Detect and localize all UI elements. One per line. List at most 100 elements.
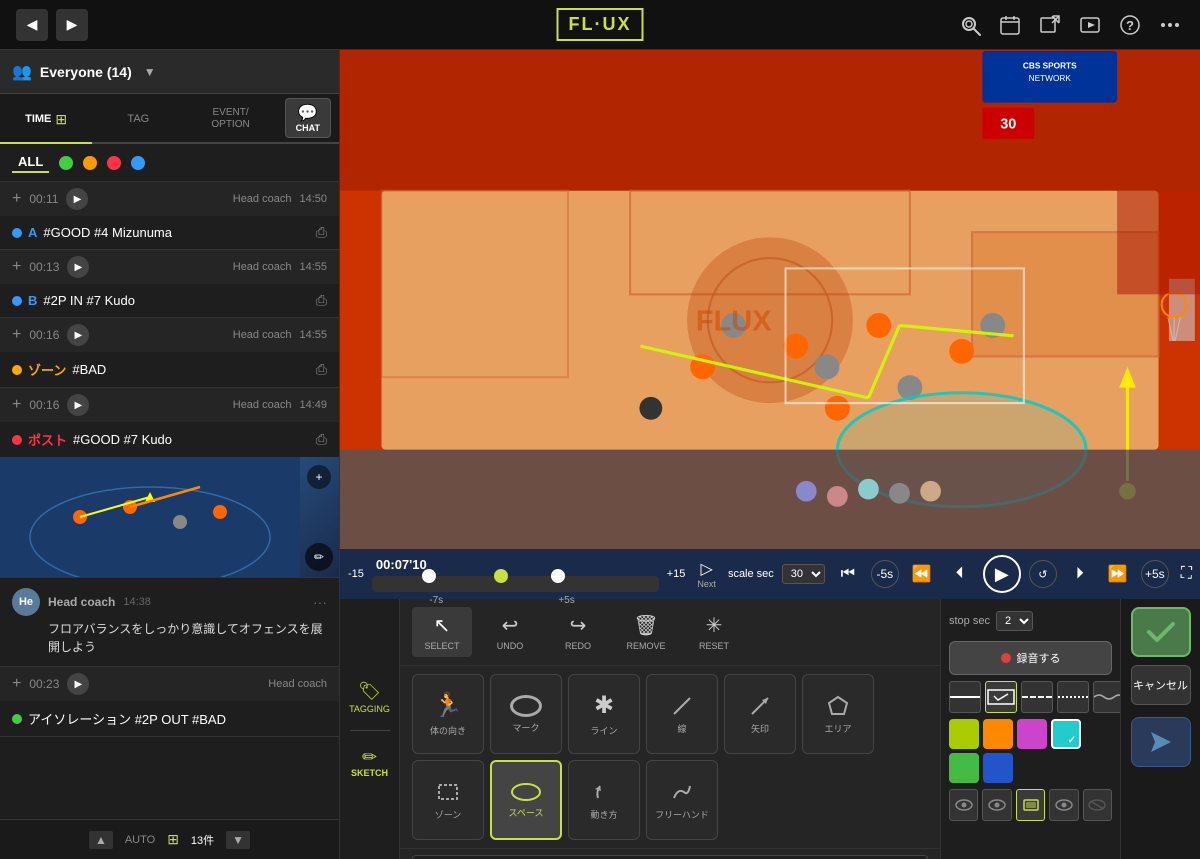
line-style-box[interactable]	[985, 681, 1017, 713]
search-icon[interactable]	[956, 11, 984, 39]
event-dot-last	[12, 714, 22, 724]
send-button[interactable]	[1131, 717, 1191, 767]
filter-dot-orange[interactable]	[83, 156, 97, 170]
time-label: TIME	[25, 113, 51, 125]
color-swatch-green[interactable]	[949, 753, 979, 783]
nav-back-button[interactable]: ◀	[16, 9, 48, 41]
scroll-down-button[interactable]: ▼	[226, 831, 250, 849]
event-share-1[interactable]: ⎙	[316, 224, 327, 241]
color-swatch-cyan[interactable]	[1051, 719, 1081, 749]
scale-select[interactable]: 30 15 60	[782, 564, 825, 584]
line-style-solid[interactable]	[949, 681, 981, 713]
line-style-dashed[interactable]	[1021, 681, 1053, 713]
body-orientation-tool[interactable]: 🏃 体の向き	[412, 674, 484, 754]
event-add-1[interactable]: +	[12, 190, 21, 208]
freehand-tool[interactable]: フリーハンド	[646, 760, 718, 840]
line-style-dotted[interactable]	[1057, 681, 1089, 713]
event-share-2[interactable]: ⎙	[316, 292, 327, 309]
area-tool[interactable]: エリア	[802, 674, 874, 754]
tab-time[interactable]: TIME ⊞	[0, 96, 92, 144]
event-play-last[interactable]: ▶	[67, 673, 89, 695]
export-icon[interactable]	[1036, 11, 1064, 39]
event-play-2[interactable]: ▶	[67, 256, 89, 278]
event-thumbnail-4: + ✏	[0, 457, 339, 577]
space-tool[interactable]: スペース	[490, 760, 562, 840]
event-play-1[interactable]: ▶	[66, 188, 88, 210]
reset-tool-button[interactable]: ✳ RESET	[684, 607, 744, 657]
event-play-4[interactable]: ▶	[67, 394, 89, 416]
filter-dot-green[interactable]	[59, 156, 73, 170]
event-share-4[interactable]: ⎙	[316, 431, 327, 448]
vis-eye-2[interactable]	[982, 789, 1011, 821]
thumbnail-expand-icon[interactable]: +	[307, 465, 331, 489]
arrow-tool[interactable]: 矢印	[724, 674, 796, 754]
color-swatch-blue[interactable]	[983, 753, 1013, 783]
event-share-3[interactable]: ⎙	[316, 361, 327, 378]
color-swatch-lime[interactable]	[949, 719, 979, 749]
stabilize-icon: ⊞	[167, 831, 179, 848]
loop-button[interactable]: ↺	[1029, 560, 1057, 588]
confirm-button[interactable]	[1131, 607, 1191, 657]
forward-5s-button[interactable]: +5s	[1141, 560, 1169, 588]
nav-forward-button[interactable]: ▶	[56, 9, 88, 41]
tab-chat[interactable]: 💬 CHAT	[285, 98, 331, 138]
rewind-5s-button[interactable]: -5s	[871, 560, 899, 588]
text-input[interactable]	[412, 855, 928, 859]
vis-eye-3[interactable]	[1049, 789, 1078, 821]
color-swatch-orange[interactable]	[983, 719, 1013, 749]
event-play-3[interactable]: ▶	[67, 324, 89, 346]
event-add-last[interactable]: +	[12, 675, 21, 693]
cancel-button[interactable]: キャンセル	[1131, 665, 1191, 705]
fast-forward-button[interactable]: ⏩	[1103, 559, 1133, 589]
undo-tool-button[interactable]: ↩ UNDO	[480, 607, 540, 657]
redo-tool-button[interactable]: ↪ REDO	[548, 607, 608, 657]
select-tool-button[interactable]: ↖ SELECT	[412, 607, 472, 657]
skip-start-button[interactable]: ⏮	[833, 559, 863, 589]
line-tool[interactable]: ✱ ライン	[568, 674, 640, 754]
thumbnail-edit-icon[interactable]: ✏	[305, 543, 333, 571]
event-add-3[interactable]: +	[12, 326, 21, 344]
event-add-4[interactable]: +	[12, 396, 21, 414]
help-icon[interactable]: ?	[1116, 11, 1144, 39]
rewind-button[interactable]: ⏪	[907, 559, 937, 589]
scroll-up-button[interactable]: ▲	[89, 831, 113, 849]
record-button[interactable]: 録音する	[949, 641, 1112, 675]
stop-sec-select[interactable]: 2 1 3 5	[996, 611, 1033, 631]
timeline-slider[interactable]: -7s +5s	[372, 576, 659, 592]
fullscreen-icon[interactable]: ⛶	[1181, 565, 1192, 583]
chat-more-icon[interactable]: ···	[313, 594, 327, 610]
step-forward-button[interactable]: ⏵	[1065, 559, 1095, 589]
move-tool[interactable]: 動き方	[568, 760, 640, 840]
event-content-3: ゾーン #BAD ⎙	[0, 352, 339, 387]
remove-tool-button[interactable]: 🗑 REMOVE	[616, 607, 676, 657]
play-button[interactable]: ▶	[983, 555, 1021, 593]
play-icon[interactable]	[1076, 11, 1104, 39]
tagging-icon: 🏷	[358, 681, 381, 702]
event-option-label: EVENT/OPTION	[211, 107, 249, 131]
more-icon[interactable]	[1156, 11, 1184, 39]
step-back-button[interactable]: ⏴	[945, 559, 975, 589]
zone-tool[interactable]: ゾーン	[412, 760, 484, 840]
vis-eye-1[interactable]	[949, 789, 978, 821]
vis-layer[interactable]	[1016, 789, 1045, 821]
filter-dot-red[interactable]	[107, 156, 121, 170]
sketch-section[interactable]: ✏ SKETCH	[351, 747, 388, 778]
color-row	[949, 719, 1112, 783]
vis-eye-4[interactable]	[1083, 789, 1112, 821]
filter-dot-blue[interactable]	[131, 156, 145, 170]
event-add-2[interactable]: +	[12, 258, 21, 276]
next-button[interactable]: ▷ Next	[697, 559, 716, 589]
calendar-icon[interactable]	[996, 11, 1024, 39]
svg-text:NETWORK: NETWORK	[1029, 74, 1072, 83]
record-indicator	[1001, 653, 1011, 663]
stroke-icon	[670, 694, 694, 718]
group-header[interactable]: 👥 Everyone (14) ▼	[0, 50, 339, 94]
filter-all[interactable]: ALL	[12, 152, 49, 173]
tagging-section[interactable]: 🏷 TAGGING	[349, 681, 390, 714]
stroke-tool[interactable]: 線	[646, 674, 718, 754]
color-swatch-purple[interactable]	[1017, 719, 1047, 749]
tab-tag[interactable]: TAG	[92, 96, 184, 144]
freehand-icon	[670, 780, 694, 804]
mark-tool[interactable]: マーク	[490, 674, 562, 754]
tab-event-option[interactable]: EVENT/OPTION	[184, 96, 276, 144]
